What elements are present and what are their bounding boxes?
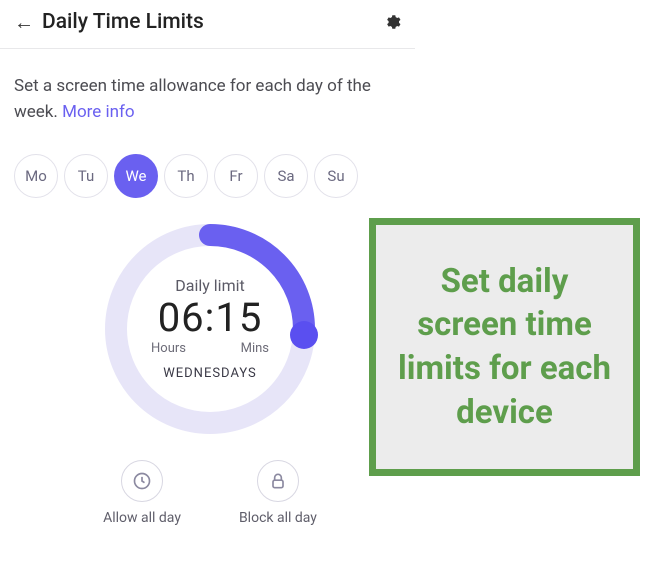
allow-all-day-button[interactable]: Allow all day [103, 460, 181, 526]
block-all-day-button[interactable]: Block all day [239, 460, 317, 526]
day-mo[interactable]: Mo [14, 154, 58, 198]
page-title: Daily Time Limits [42, 10, 383, 34]
header-divider [0, 48, 415, 49]
day-th[interactable]: Th [164, 154, 208, 198]
day-sa[interactable]: Sa [264, 154, 308, 198]
gauge-area: Daily limit 06:15 Hours Mins WEDNESDAYS [0, 220, 420, 438]
clock-icon [121, 460, 163, 502]
gauge-label: Daily limit [175, 276, 244, 295]
gauge-dayname: WEDNESDAYS [163, 366, 257, 381]
gear-icon[interactable] [383, 13, 401, 31]
allow-label: Allow all day [103, 510, 181, 526]
gauge-center: Daily limit 06:15 Hours Mins WEDNESDAYS [101, 220, 319, 438]
gauge-units: Hours Mins [151, 341, 269, 356]
annotation-callout: Set daily screen time limits for each de… [369, 218, 640, 476]
mins-unit: Mins [241, 341, 269, 356]
more-info-link[interactable]: More info [62, 102, 135, 122]
time-limit-gauge[interactable]: Daily limit 06:15 Hours Mins WEDNESDAYS [101, 220, 319, 438]
lock-icon [257, 460, 299, 502]
day-tu[interactable]: Tu [64, 154, 108, 198]
day-su[interactable]: Su [314, 154, 358, 198]
day-we[interactable]: We [114, 154, 158, 198]
back-icon[interactable]: ← [14, 12, 34, 32]
bottom-actions: Allow all day Block all day [0, 460, 420, 526]
gauge-time: 06:15 [158, 297, 263, 339]
callout-text: Set daily screen time limits for each de… [394, 260, 615, 434]
block-label: Block all day [239, 510, 317, 526]
page-header: ← Daily Time Limits [0, 0, 415, 48]
hours-unit: Hours [151, 341, 186, 356]
description: Set a screen time allowance for each day… [0, 55, 420, 132]
day-selector: Mo Tu We Th Fr Sa Su [0, 132, 650, 206]
day-fr[interactable]: Fr [214, 154, 258, 198]
